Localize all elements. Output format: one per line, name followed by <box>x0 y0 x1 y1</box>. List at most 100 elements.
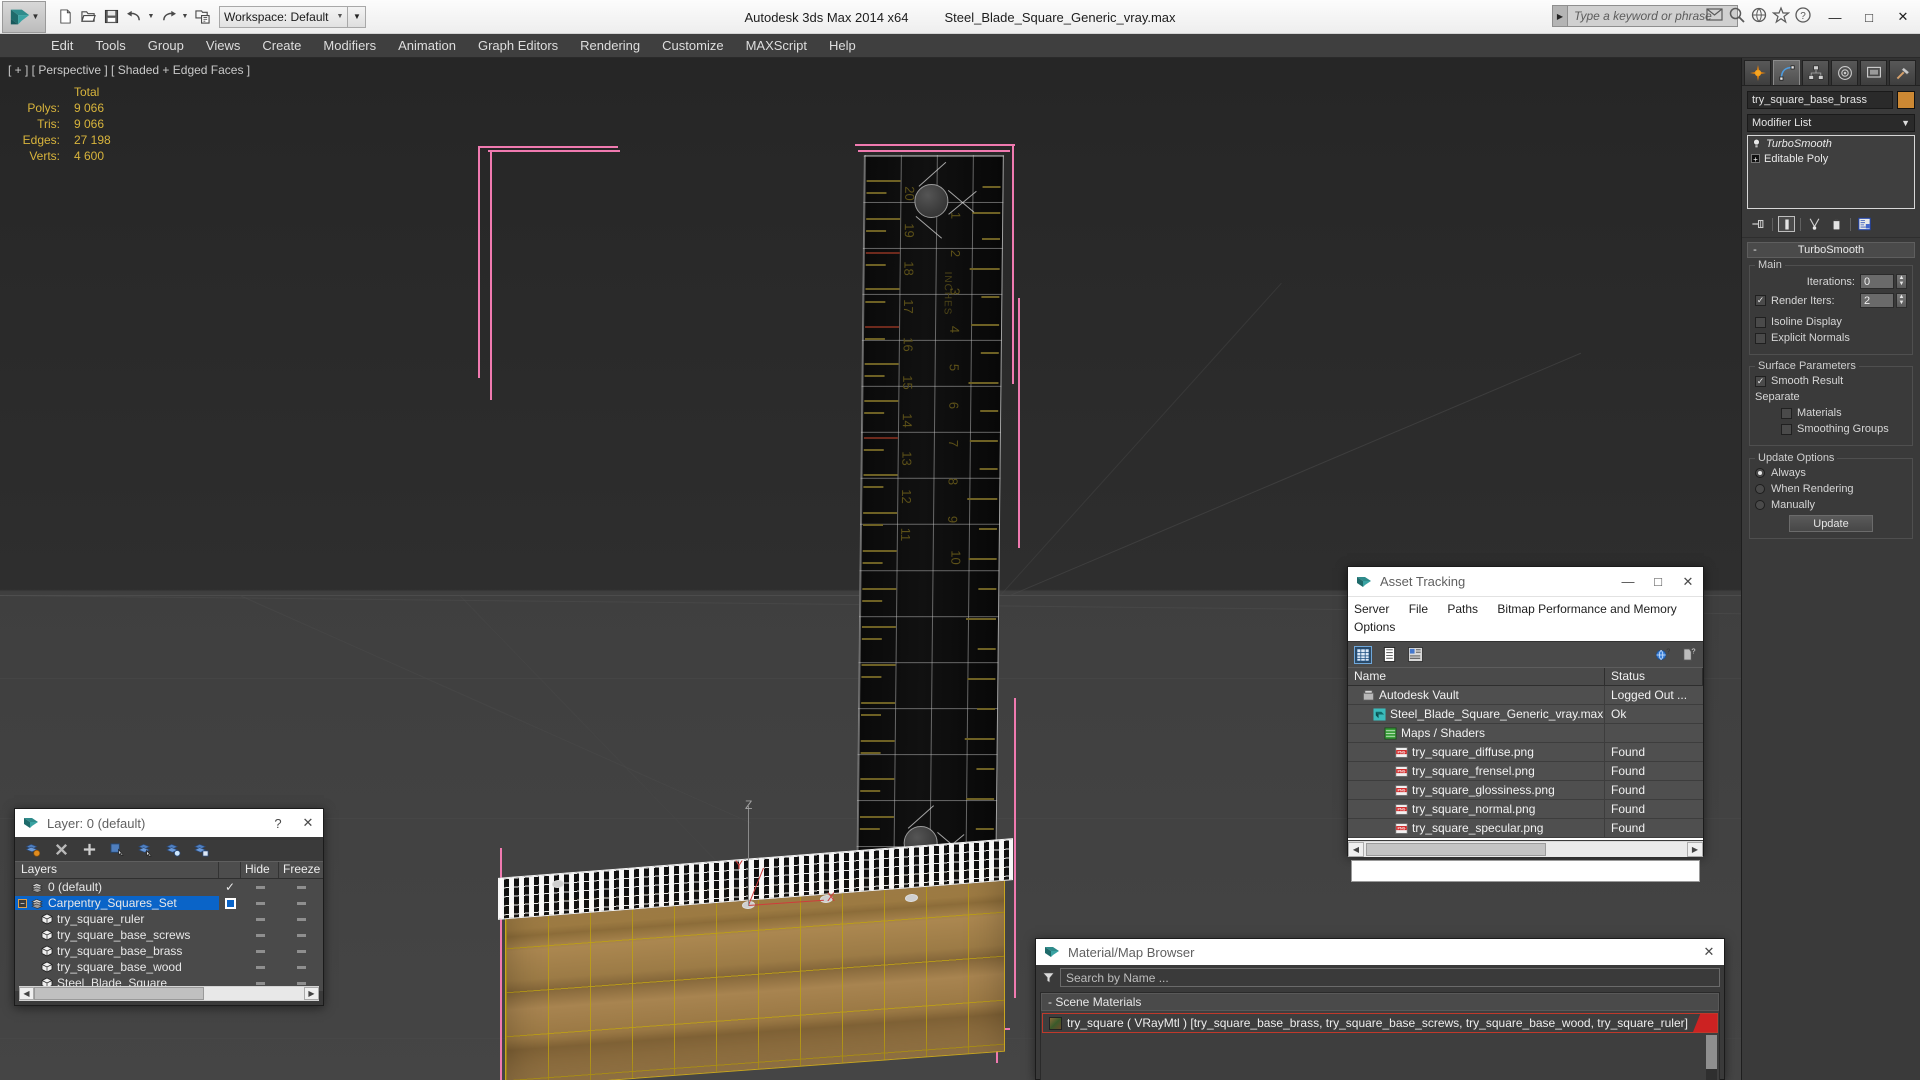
grid-view-button[interactable] <box>1354 646 1372 664</box>
update-manually-radio[interactable] <box>1755 500 1765 510</box>
menu-maxscript[interactable]: MAXScript <box>735 35 818 56</box>
menu-rendering[interactable]: Rendering <box>569 35 651 56</box>
layer-dialog-close-button[interactable]: ✕ <box>293 809 323 837</box>
separate-materials-row[interactable]: Materials <box>1755 407 1907 419</box>
freeze-toggle[interactable] <box>279 966 323 969</box>
explicit-normals-row[interactable]: Explicit Normals <box>1755 332 1907 344</box>
layer-scroll-track[interactable] <box>34 987 304 1000</box>
table-row[interactable]: PNG try_square_diffuse.png Found <box>1348 743 1703 762</box>
hide-toggle[interactable] <box>241 902 279 905</box>
remove-modifier-button[interactable] <box>1828 216 1845 232</box>
separate-materials-checkbox[interactable] <box>1781 408 1792 419</box>
menu-graph-editors[interactable]: Graph Editors <box>467 35 569 56</box>
redo-history-caret-icon[interactable]: ▼ <box>180 13 190 20</box>
utilities-tab[interactable] <box>1889 60 1916 85</box>
scroll-track[interactable] <box>1364 842 1687 857</box>
rollout-collapse-icon[interactable]: - <box>1748 244 1762 256</box>
asset-tracking-minimize-button[interactable]: — <box>1613 567 1643 597</box>
layer-column-layers[interactable]: Layers <box>15 862 219 878</box>
search-magnifier-icon[interactable] <box>1728 6 1746 24</box>
pin-stack-button[interactable] <box>1750 216 1767 232</box>
turbosmooth-rollout-header[interactable]: - TurboSmooth <box>1747 242 1915 258</box>
detail-view-button[interactable] <box>1406 646 1424 664</box>
menu-modifiers[interactable]: Modifiers <box>312 35 387 56</box>
hide-toggle[interactable] <box>241 934 279 937</box>
show-end-result-button[interactable] <box>1778 216 1795 232</box>
table-row[interactable]: Autodesk Vault Logged Out ... <box>1348 686 1703 705</box>
layer-column-freeze[interactable]: Freeze <box>279 862 323 878</box>
asset-tracking-column-name[interactable]: Name <box>1348 668 1605 685</box>
search-expand-button[interactable]: ▶ <box>1552 5 1568 27</box>
filter-funnel-button[interactable] <box>1040 970 1056 986</box>
motion-tab[interactable] <box>1831 60 1858 85</box>
material-browser-titlebar[interactable]: Material/Map Browser ✕ <box>1036 939 1724 965</box>
asset-tracking-window[interactable]: Asset Tracking — □ ✕ Server File Paths B… <box>1347 566 1704 856</box>
layer-dialog[interactable]: Layer: 0 (default) ? ✕ <box>14 808 324 1006</box>
asset-tracking-titlebar[interactable]: Asset Tracking — □ ✕ <box>1348 567 1703 597</box>
configure-modifier-sets-button[interactable] <box>1856 216 1873 232</box>
redo-button[interactable] <box>157 5 179 29</box>
collapse-minus-icon[interactable]: − <box>18 899 27 908</box>
update-when-rendering-row[interactable]: When Rendering <box>1755 483 1907 495</box>
list-view-button[interactable] <box>1380 646 1398 664</box>
asset-tracking-maximize-button[interactable]: □ <box>1643 567 1673 597</box>
scroll-left-button[interactable]: ◀ <box>1348 842 1364 857</box>
isoline-display-row[interactable]: Isoline Display <box>1755 316 1907 328</box>
subscription-center-icon[interactable] <box>1750 6 1768 24</box>
scroll-thumb[interactable] <box>1366 843 1546 856</box>
create-tab[interactable] <box>1744 60 1771 85</box>
modify-tab[interactable] <box>1773 60 1800 85</box>
help-button[interactable]: ? <box>1679 646 1697 664</box>
at-menu-options[interactable]: Options <box>1354 620 1395 634</box>
layer-dialog-help-button[interactable]: ? <box>263 809 293 837</box>
layer-column-current[interactable] <box>219 862 241 878</box>
update-button[interactable]: Update <box>1789 515 1873 532</box>
table-row[interactable]: Maps / Shaders <box>1348 724 1703 743</box>
new-file-button[interactable] <box>54 5 76 29</box>
menu-help[interactable]: Help <box>818 35 867 56</box>
modifier-list-dropdown[interactable]: Modifier List ▼ <box>1747 114 1915 132</box>
help-globe-button[interactable]: ? <box>1653 646 1671 664</box>
freeze-toggle[interactable] <box>279 902 323 905</box>
freeze-toggle[interactable] <box>279 950 323 953</box>
separate-smoothing-groups-row[interactable]: Smoothing Groups <box>1755 423 1907 435</box>
create-new-layer-button[interactable] <box>25 841 41 857</box>
layer-dialog-titlebar[interactable]: Layer: 0 (default) ? ✕ <box>15 809 323 837</box>
add-selection-to-layer-button[interactable] <box>81 841 97 857</box>
modifier-stack-item-turbosmooth[interactable]: TurboSmooth <box>1748 136 1914 151</box>
object-name-field[interactable]: try_square_base_brass <box>1747 91 1893 109</box>
menu-create[interactable]: Create <box>251 35 312 56</box>
expand-plus-icon[interactable]: + <box>1751 154 1760 163</box>
hide-toggle[interactable] <box>241 966 279 969</box>
scene-materials-group-header[interactable]: - Scene Materials <box>1041 993 1719 1011</box>
asset-tracking-horizontal-scrollbar[interactable]: ◀ ▶ <box>1348 840 1703 857</box>
list-item[interactable]: try_square_base_wood <box>15 959 323 975</box>
set-project-folder-button[interactable] <box>191 5 213 29</box>
smooth-result-checkbox[interactable]: ✓ <box>1755 376 1766 387</box>
delete-layer-button[interactable] <box>53 841 69 857</box>
menu-animation[interactable]: Animation <box>387 35 467 56</box>
close-button[interactable]: ✕ <box>1886 0 1920 34</box>
menu-edit[interactable]: Edit <box>40 35 84 56</box>
render-iters-checkbox[interactable]: ✓ <box>1755 295 1766 306</box>
material-scroll-thumb[interactable] <box>1706 1035 1717 1069</box>
current-layer-check[interactable] <box>219 898 241 909</box>
material-browser-vertical-scrollbar[interactable] <box>1706 1035 1717 1080</box>
table-row[interactable]: PNG try_square_specular.png Found <box>1348 819 1703 838</box>
viewport-label[interactable]: [ + ] [ Perspective ] [ Shaded + Edged F… <box>8 63 250 77</box>
hide-toggle[interactable] <box>241 886 279 889</box>
freeze-toggle[interactable] <box>279 982 323 985</box>
iterations-field[interactable]: 0 <box>1860 274 1894 289</box>
undo-button[interactable] <box>123 5 145 29</box>
layer-column-hide[interactable]: Hide <box>241 862 279 878</box>
workspace-selector[interactable]: Workspace: Default ▼ <box>219 6 348 28</box>
list-item[interactable]: − Carpentry_Squares_Set <box>15 895 323 911</box>
open-file-button[interactable] <box>77 5 99 29</box>
display-tab[interactable] <box>1860 60 1887 85</box>
modifier-stack[interactable]: TurboSmooth + Editable Poly <box>1747 135 1915 209</box>
set-current-layer-button[interactable] <box>137 841 153 857</box>
gizmo-z-axis[interactable] <box>748 806 749 906</box>
asset-tracking-column-status[interactable]: Status <box>1605 668 1703 685</box>
select-objects-in-layer-button[interactable] <box>109 841 125 857</box>
list-item[interactable]: try_square_base_screws <box>15 927 323 943</box>
